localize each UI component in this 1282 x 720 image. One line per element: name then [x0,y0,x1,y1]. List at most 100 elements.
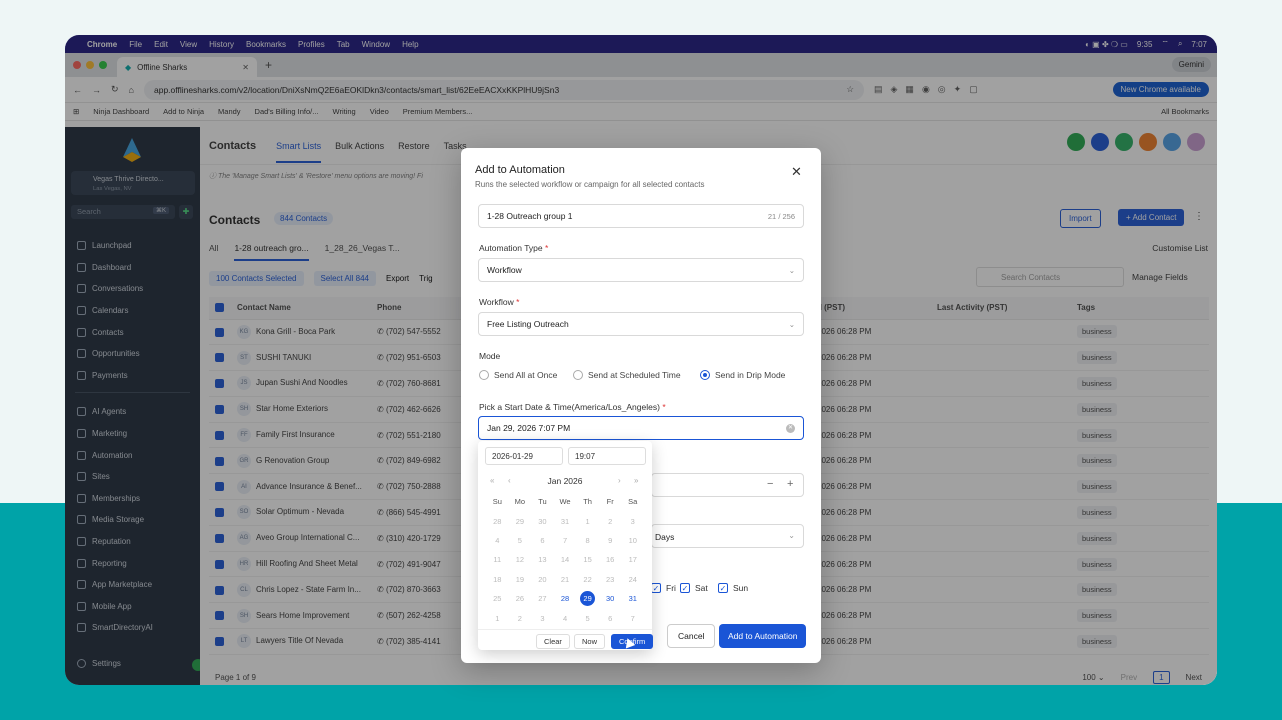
calendar-day[interactable]: 5 [509,536,532,545]
checkbox-icon: ✓ [680,583,690,593]
weekday-label: Th [583,497,592,507]
calendar-day[interactable]: 21 [554,575,577,584]
weekday-label: Sa [628,497,638,507]
date-time-picker: 2026-01-29 19:07 « ‹ Jan 2026 › » Su Mo Tu… [478,441,654,650]
weekday-label: Su [492,497,502,507]
calendar-day[interactable]: 6 [599,614,622,623]
calendar-day[interactable]: 13 [531,555,554,564]
dialog-subtitle: Runs the selected workflow or campaign f… [475,180,705,189]
checkbox-icon: ✓ [718,583,728,593]
day-checkbox-sat[interactable]: ✓ Sat [680,583,708,593]
interval-unit-select[interactable]: Days ⌄ [651,524,804,548]
calendar-week: 4 5 6 7 8 9 10 [486,531,644,550]
drip-batch-stepper[interactable]: − + [651,473,804,497]
calendar-day[interactable]: 19 [509,575,532,584]
calendar-day[interactable]: 24 [621,575,644,584]
calendar-day[interactable]: 30 [531,517,554,526]
calendar-day[interactable]: 14 [554,555,577,564]
plus-icon[interactable]: + [787,478,793,490]
calendar-day[interactable]: 2 [509,614,532,623]
calendar-week: 25 26 27 28 29 30 31 [486,589,644,608]
label-text: Pick a Start Date & Time(America/Los_Ang… [479,402,660,412]
picker-month-label: Jan 2026 [547,476,583,486]
calendar-day[interactable]: 12 [509,555,532,564]
calendar-day[interactable]: 16 [599,555,622,564]
add-to-automation-button[interactable]: Add to Automation [719,624,807,648]
calendar-day[interactable]: 20 [531,575,554,584]
day-checkbox-sun[interactable]: ✓ Sun [718,583,748,593]
automation-name-input[interactable]: 1-28 Outreach group 1 21 / 256 [478,204,804,228]
calendar-day[interactable]: 17 [621,555,644,564]
calendar-day[interactable]: 29 [576,591,599,607]
calendar-day[interactable]: 1 [486,614,509,623]
workflow-value: Free Listing Outreach [487,319,569,329]
calendar-day[interactable]: 31 [554,517,577,526]
automation-type-value: Workflow [487,265,522,275]
calendar-day[interactable]: 28 [486,517,509,526]
calendar-day[interactable]: 2 [599,517,622,526]
automation-type-select[interactable]: Workflow ⌄ [478,258,804,282]
now-button[interactable]: Now [574,634,606,649]
close-icon[interactable]: ✕ [791,164,802,180]
calendar-day[interactable]: 15 [576,555,599,564]
calendar-day[interactable]: 23 [599,575,622,584]
calendar-day[interactable]: 11 [486,555,509,564]
calendar-day[interactable]: 29 [509,517,532,526]
calendar-week: 1234567 [486,608,644,627]
picker-date-input[interactable]: 2026-01-29 [485,447,563,465]
calendar-day[interactable]: 18 [486,575,509,584]
cancel-button[interactable]: Cancel [667,624,716,648]
calendar-day[interactable]: 10 [621,536,644,545]
selected-day[interactable]: 29 [580,591,596,607]
calendar-day[interactable]: 26 [509,594,532,603]
calendar-day[interactable]: 3 [621,517,644,526]
calendar-day[interactable]: 6 [531,536,554,545]
required-mark: * [516,297,520,307]
calendar-day[interactable]: 9 [599,536,622,545]
calendar-day[interactable]: 28 [554,594,577,603]
radio-label: Send at Scheduled Time [588,370,681,380]
calendar-week: 28 29 30 31 1 2 3 [486,511,644,530]
next-month-icon[interactable]: › [618,476,621,485]
mode-drip-radio[interactable]: Send in Drip Mode [700,370,785,380]
calendar-day[interactable]: 22 [576,575,599,584]
mode-label: Mode [479,351,501,361]
workflow-select[interactable]: Free Listing Outreach ⌄ [478,312,804,336]
calendar-grid: Su Mo Tu We Th Fr Sa 28 29 30 31 1 2 3 4 5 6 7 8 9 10 11 12 13 1… [486,492,644,628]
calendar-day[interactable]: 4 [554,614,577,623]
calendar-day[interactable]: 3 [531,614,554,623]
next-year-icon[interactable]: » [634,476,638,485]
calendar-day[interactable]: 25 [486,594,509,603]
day-checkbox-fri[interactable]: ✓ Fri [651,583,676,593]
calendar-day[interactable]: 27 [531,594,554,603]
start-date-input[interactable]: Jan 29, 2026 7:07 PM ✕ [478,416,804,440]
minus-icon[interactable]: − [767,478,773,490]
label-text: Workflow [479,297,514,307]
calendar-week: 18 19 20 21 22 23 24 [486,570,644,589]
weekday-label: Mo [514,497,526,507]
calendar-day[interactable]: 7 [554,536,577,545]
clear-button[interactable]: Clear [536,634,570,649]
chevron-down-icon: ⌄ [788,266,795,275]
calendar-day[interactable]: 8 [576,536,599,545]
calendar-day[interactable]: 31 [621,594,644,603]
mode-send-all-radio[interactable]: Send All at Once [479,370,557,380]
weekday-label: Fr [606,497,614,507]
radio-selected-icon [700,370,710,380]
calendar-day[interactable]: 5 [576,614,599,623]
workflow-label: Workflow * [479,297,519,307]
radio-label: Send in Drip Mode [715,370,786,380]
picker-time-input[interactable]: 19:07 [568,447,646,465]
label-text: Automation Type [479,243,543,253]
start-date-value: Jan 29, 2026 7:07 PM [487,423,571,433]
calendar-day[interactable]: 1 [576,517,599,526]
calendar-day[interactable]: 4 [486,536,509,545]
day-label: Fri [666,583,676,593]
calendar-day[interactable]: 7 [621,614,644,623]
weekday-label: Tu [538,497,547,507]
clear-icon[interactable]: ✕ [786,424,795,433]
mode-scheduled-radio[interactable]: Send at Scheduled Time [573,370,681,380]
char-count: 21 / 256 [767,212,795,221]
calendar-day[interactable]: 30 [599,594,622,603]
required-mark: * [662,402,666,412]
